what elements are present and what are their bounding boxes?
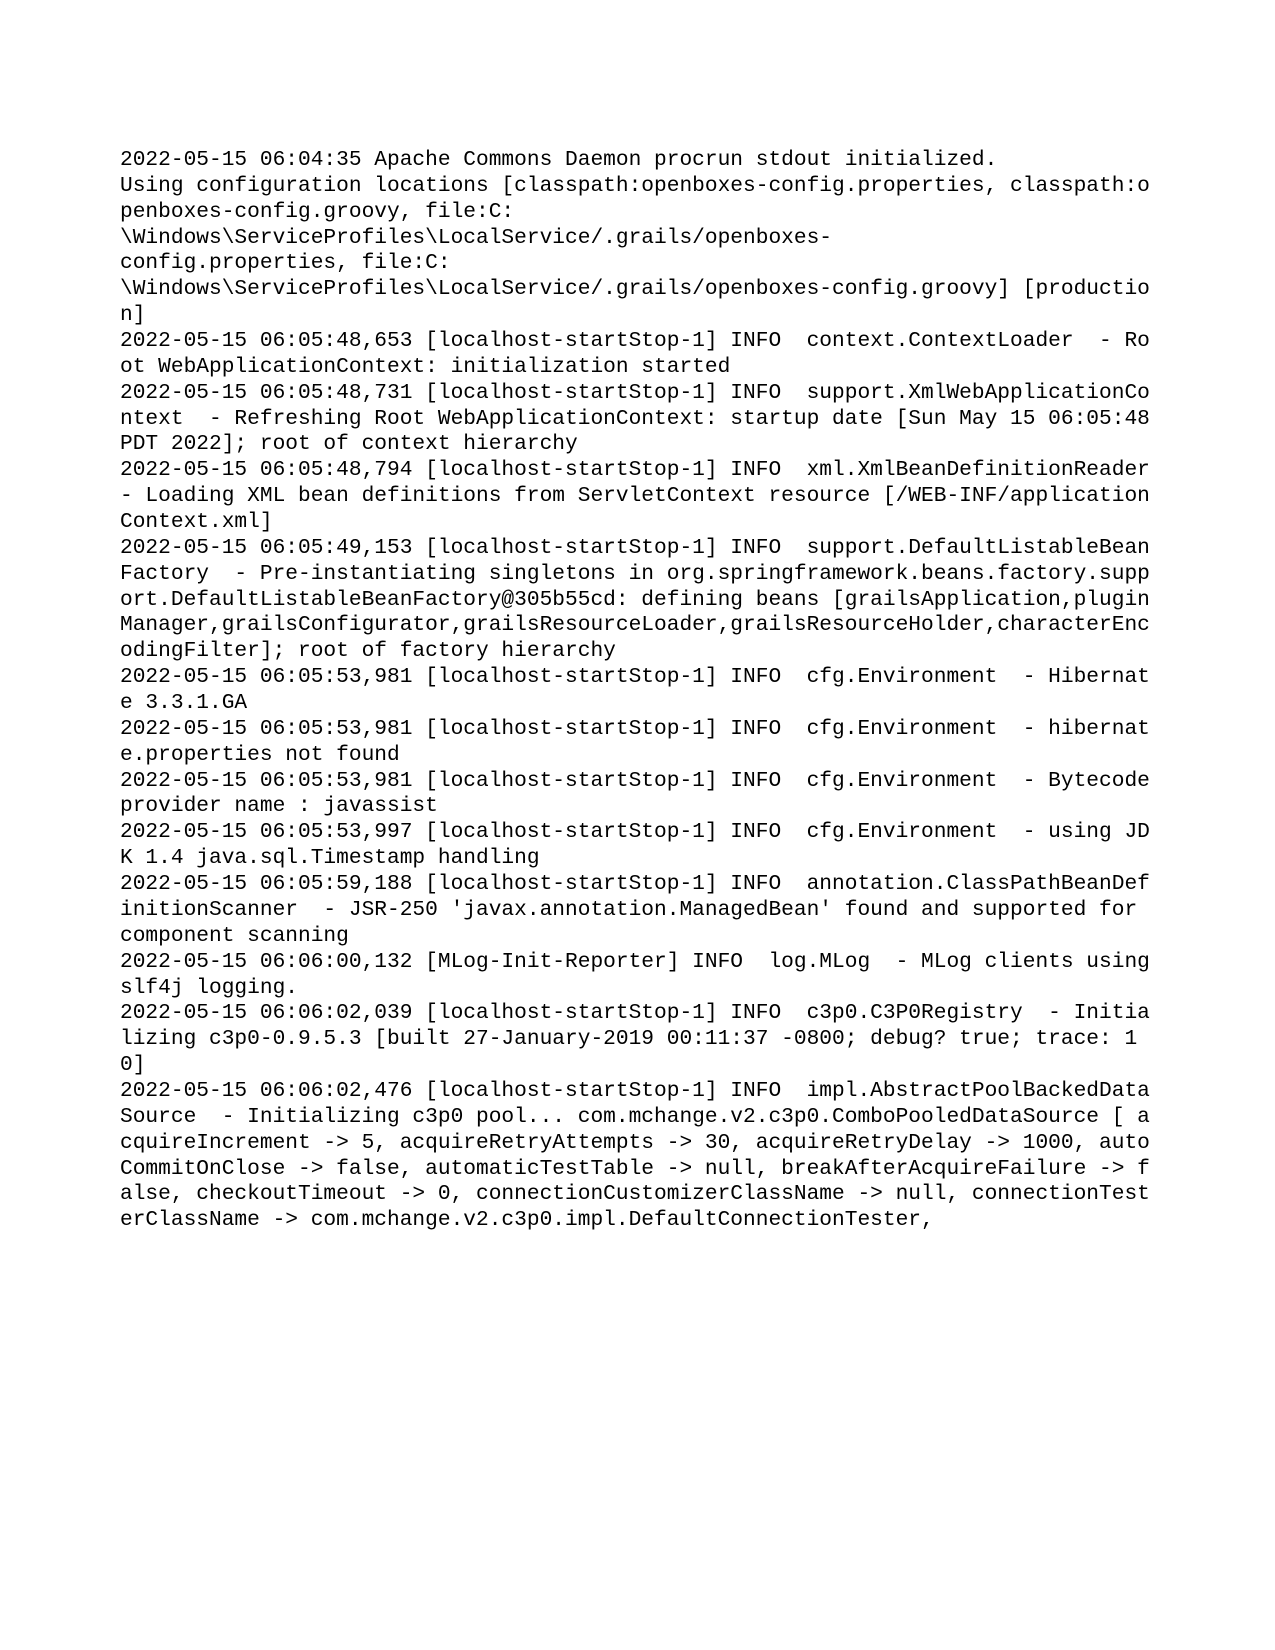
log-output: 2022-05-15 06:04:35 Apache Commons Daemo… [0, 0, 1275, 1650]
